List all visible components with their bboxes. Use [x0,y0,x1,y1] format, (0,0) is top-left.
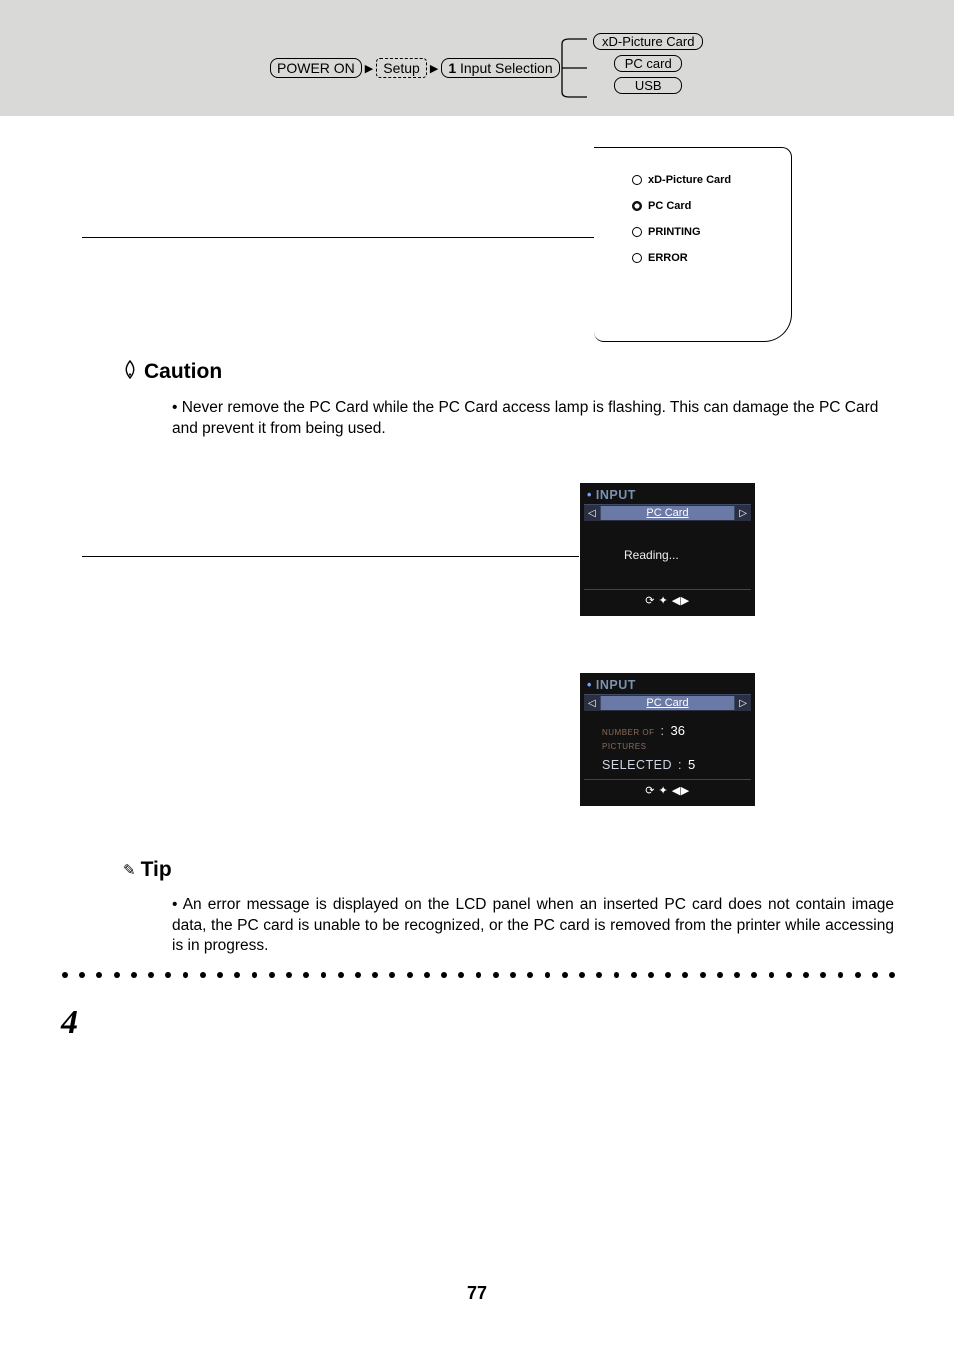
arrow-right-icon: ▷ [735,698,751,709]
lcd-footer: ⟳ ✦ ◀▶ [584,779,751,800]
led-xd: xD-Picture Card [632,174,791,186]
arrow-right-icon: ▷ [735,508,751,519]
lcd-row-sep: : [678,758,682,772]
bc-step-number: 1 [448,60,456,76]
lcd-body: NUMBER OF PICTURES : 36 SELECTED : 5 [584,711,751,779]
caution-text: Never remove the PC Card while the PC Ca… [172,398,892,440]
lcd-row-value: 36 [670,723,684,738]
option-xd-picture: xD-Picture Card [593,33,703,50]
tip-text: An error message is displayed on the LCD… [172,895,894,957]
bc-power-on: POWER ON [270,58,362,78]
lcd-row-label: NUMBER OF PICTURES [602,724,655,752]
arrow-left-icon: ◁ [584,698,600,709]
lcd-tabbar: ◁ PC Card ▷ [584,504,751,521]
led-indicator-icon [632,253,642,263]
callout-line [82,237,631,238]
chevron-right-icon: ▶ [430,62,438,75]
led-label: PRINTING [648,226,701,238]
caution-heading: Caution [122,360,222,384]
led-indicator-icon [632,201,642,211]
arrow-left-icon: ◁ [584,508,600,519]
input-options: xD-Picture Card PC card USB [593,33,703,94]
led-panel: xD-Picture Card PC Card PRINTING ERROR [594,147,792,342]
led-label: PC Card [648,200,691,212]
led-indicator-icon [632,227,642,237]
callout-line [82,556,579,557]
lcd-message: Reading... [624,548,751,562]
option-usb: USB [614,77,682,94]
bc-input-selection: 1 Input Selection [441,58,559,78]
lcd-screen-reading: • INPUT ◁ PC Card ▷ Reading... ⟳ ✦ ◀▶ [580,483,755,616]
lcd-tabbar: ◁ PC Card ▷ [584,694,751,711]
pencil-icon: ✎ [123,861,136,879]
option-pc-card: PC card [614,55,682,72]
lcd-title: • INPUT [584,677,751,694]
lcd-title: • INPUT [584,487,751,504]
bc-setup: Setup [376,58,427,78]
lcd-screen-counts: • INPUT ◁ PC Card ▷ NUMBER OF PICTURES :… [580,673,755,806]
bracket-icon [561,38,591,98]
tip-heading: ✎ Tip [123,858,172,882]
lcd-row-sep: : [661,724,665,738]
chevron-right-icon: ▶ [365,62,373,75]
lcd-body: Reading... [584,521,751,589]
led-label: ERROR [648,252,688,264]
lcd-tab: PC Card [600,506,736,520]
page-number: 77 [0,1283,954,1304]
lcd-footer: ⟳ ✦ ◀▶ [584,589,751,610]
breadcrumb: POWER ON ▶ Setup ▶ 1 Input Selection [270,58,560,78]
led-label: xD-Picture Card [648,174,731,186]
step-number: 4 [61,1004,78,1042]
lcd-row: NUMBER OF PICTURES : 36 [602,723,751,752]
lcd-row-value: 5 [688,757,695,772]
led-printing: PRINTING [632,226,791,238]
led-error: ERROR [632,252,791,264]
lcd-row-label: SELECTED [602,758,672,772]
led-indicator-icon [632,175,642,185]
tip-title: Tip [141,858,172,882]
lcd-tab: PC Card [600,696,736,710]
led-pc-card: PC Card [632,200,791,212]
caution-icon [122,360,138,384]
bc-input-label: Input Selection [460,60,553,76]
dotted-separator [62,972,895,978]
lcd-row: SELECTED : 5 [602,757,751,772]
caution-title: Caution [144,360,222,384]
